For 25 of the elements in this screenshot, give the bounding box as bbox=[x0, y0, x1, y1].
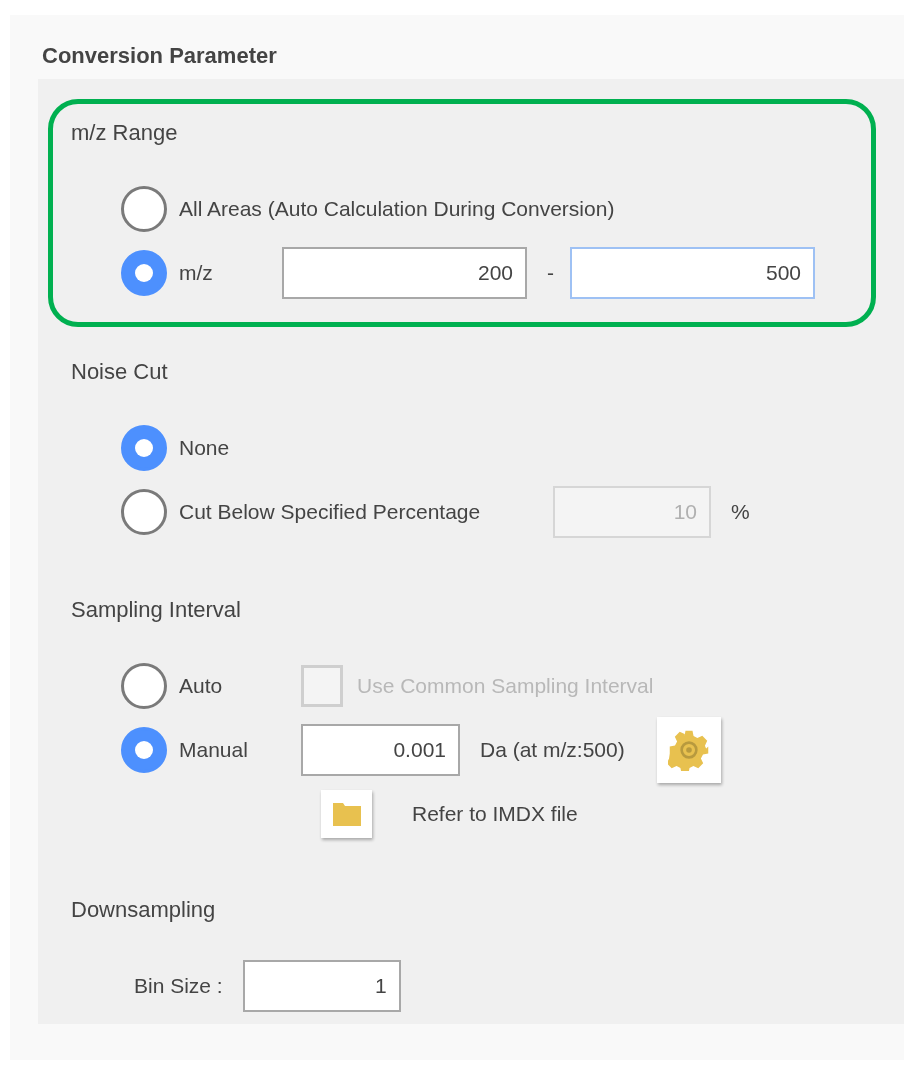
field-label: % bbox=[731, 499, 750, 526]
section-heading: Noise Cut bbox=[71, 358, 169, 386]
radio-option[interactable]: Manual bbox=[121, 727, 301, 773]
settings-button[interactable] bbox=[656, 717, 721, 783]
number-field[interactable]: 200 bbox=[282, 247, 527, 299]
section-heading: m/z Range bbox=[71, 119, 179, 147]
field-label: - bbox=[547, 260, 554, 287]
section-heading: Downsampling bbox=[71, 896, 217, 924]
radio-option[interactable]: m/z bbox=[121, 250, 282, 296]
number-field[interactable]: 1 bbox=[242, 960, 401, 1012]
number-field[interactable]: 500 bbox=[570, 247, 815, 299]
folder-icon bbox=[331, 801, 362, 827]
checkbox-option: Use Common Sampling Interval bbox=[301, 665, 654, 707]
radio-option[interactable]: Cut Below Specified Percentage bbox=[121, 489, 553, 535]
number-field[interactable]: 0.001 bbox=[301, 724, 460, 776]
section-heading: Sampling Interval bbox=[71, 596, 242, 624]
field-label: Bin Size : bbox=[134, 973, 223, 1000]
radio-option[interactable]: Auto bbox=[121, 663, 301, 709]
radio-option[interactable]: All Areas (Auto Calculation During Conversion) bbox=[121, 186, 615, 232]
field-label: Da (at m/z:500) bbox=[480, 737, 625, 764]
panel-title: Conversion Parameter bbox=[42, 43, 278, 69]
field-label: Refer to IMDX file bbox=[412, 801, 578, 828]
folder-button[interactable] bbox=[321, 790, 372, 838]
gear-icon bbox=[667, 729, 710, 771]
radio-option[interactable]: None bbox=[121, 425, 230, 471]
